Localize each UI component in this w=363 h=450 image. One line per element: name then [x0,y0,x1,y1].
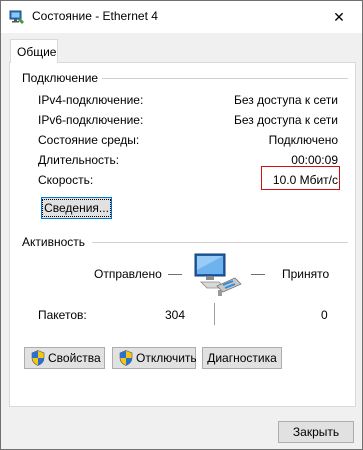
packets-divider [214,303,215,325]
packets-received-value: 0 [321,308,328,322]
duration-value: 00:00:09 [291,153,338,167]
diagnose-button[interactable]: Диагностика [202,347,282,369]
received-label: Принято [282,267,330,281]
disable-button[interactable]: Отключить [112,347,197,369]
uac-shield-icon [119,350,133,366]
window-close-button[interactable]: ✕ [316,1,362,33]
sent-dash [168,274,182,275]
uac-shield-icon [31,350,45,366]
packets-label: Пакетов: [38,308,87,322]
disable-button-label: Отключить [136,351,197,365]
connection-group-line [98,78,348,79]
activity-group-label: Активность [22,235,90,249]
window-title: Состояние - Ethernet 4 [32,9,158,23]
tab-general[interactable]: Общие [10,39,58,63]
network-computer-icon [194,253,242,296]
received-dash [251,274,265,275]
speed-label: Скорость: [38,173,94,187]
media-state-row: Состояние среды: Подключено [38,133,338,149]
ipv4-label: IPv4-подключение: [38,93,144,107]
packets-sent-value: 304 [165,308,186,322]
network-adapter-icon [9,10,24,24]
title-bar[interactable]: Состояние - Ethernet 4 ✕ [1,1,362,33]
close-icon: ✕ [333,8,345,25]
details-button-label: Сведения... [42,199,111,217]
connection-group-label: Подключение [22,71,103,85]
status-window: Состояние - Ethernet 4 ✕ Общие Подключен… [0,0,363,450]
ipv6-value: Без доступа к сети [234,113,338,127]
general-panel: Подключение IPv4-подключение: Без доступ… [9,62,356,407]
ipv6-row: IPv6-подключение: Без доступа к сети [38,113,338,129]
ipv6-label: IPv6-подключение: [38,113,144,127]
details-button[interactable]: Сведения... [41,197,112,219]
close-button[interactable]: Закрыть [278,421,354,443]
duration-label: Длительность: [38,153,120,167]
properties-button[interactable]: Свойства [24,347,105,369]
close-button-label: Закрыть [292,425,340,439]
properties-button-label: Свойства [48,351,101,365]
activity-group-line [92,242,348,243]
ipv4-value: Без доступа к сети [234,93,338,107]
media-state-label: Состояние среды: [38,133,140,147]
media-state-value: Подключено [268,133,338,147]
ipv4-row: IPv4-подключение: Без доступа к сети [38,93,338,109]
tab-general-label: Общие [17,45,57,59]
sent-label: Отправлено [94,267,162,281]
speed-highlight-box [261,166,340,190]
diagnose-button-label: Диагностика [207,351,277,365]
